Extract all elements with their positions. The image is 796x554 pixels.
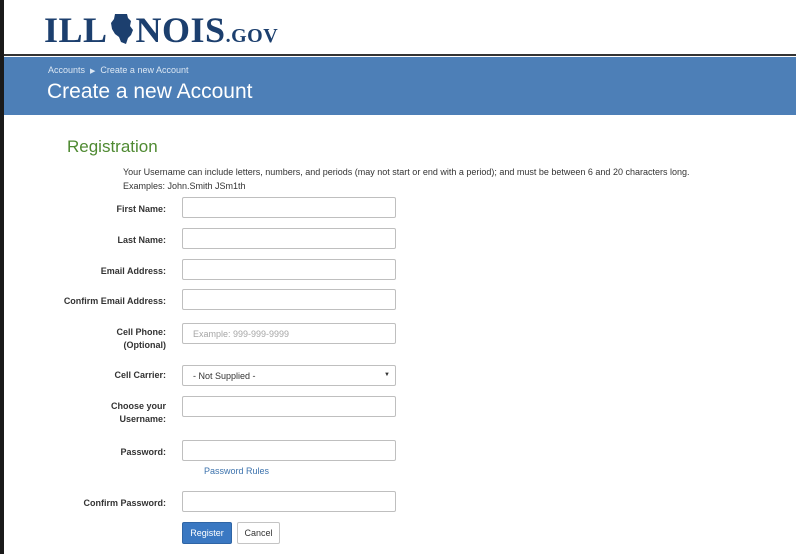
username-input[interactable]: [182, 396, 396, 417]
password-rules-link[interactable]: Password Rules: [204, 466, 269, 476]
first-name-input[interactable]: [182, 197, 396, 218]
username-hint: Your Username can include letters, numbe…: [123, 165, 689, 193]
cell-carrier-select[interactable]: - Not Supplied - ▼: [182, 365, 396, 386]
username-label-line-2: Username:: [119, 414, 166, 424]
username-label: Choose your Username:: [6, 400, 166, 426]
register-button[interactable]: Register: [182, 522, 232, 544]
hint-line-1: Your Username can include letters, numbe…: [123, 167, 690, 177]
illinois-gov-logo[interactable]: ILL NOIS.GOV: [44, 10, 278, 56]
username-label-line-1: Choose your: [110, 401, 166, 411]
cell-carrier-label: Cell Carrier:: [114, 370, 166, 380]
logo-text-right: NOIS: [135, 10, 226, 50]
caret-down-icon: ▼: [384, 372, 390, 378]
page-title: Create a new Account: [47, 80, 253, 103]
last-name-label: Last Name:: [117, 235, 166, 245]
last-name-input[interactable]: [182, 228, 396, 249]
hint-line-2: Examples: John.Smith JSm1th: [123, 181, 246, 191]
cell-phone-label: Cell Phone: (Optional): [6, 326, 166, 352]
cell-phone-input[interactable]: [182, 323, 396, 344]
password-input[interactable]: [182, 440, 396, 461]
email-input[interactable]: [182, 259, 396, 280]
email-label: Email Address:: [100, 266, 166, 276]
logo-text-left: ILL: [44, 10, 108, 50]
confirm-password-label: Confirm Password:: [83, 498, 166, 508]
breadcrumb: Accounts ▶ Create a new Account: [48, 65, 192, 75]
confirm-email-input[interactable]: [182, 289, 396, 310]
cell-phone-label-line-2: (Optional): [123, 340, 167, 350]
password-label: Password:: [120, 447, 166, 457]
confirm-password-input[interactable]: [182, 491, 396, 512]
cancel-button[interactable]: Cancel: [237, 522, 280, 544]
cell-carrier-value: - Not Supplied -: [193, 371, 256, 381]
confirm-email-label: Confirm Email Address:: [63, 296, 166, 306]
section-title: Registration: [67, 137, 158, 156]
first-name-label: First Name:: [116, 204, 166, 214]
caret-right-icon: ▶: [90, 68, 96, 75]
breadcrumb-accounts-link[interactable]: Accounts: [48, 65, 85, 75]
site-header: ILL NOIS.GOV: [4, 0, 796, 56]
logo-suffix: .GOV: [225, 25, 279, 47]
page-banner: Accounts ▶ Create a new Account Create a n…: [4, 57, 796, 115]
breadcrumb-current: Create a new Account: [100, 65, 189, 75]
illinois-state-shape-icon: [110, 14, 133, 44]
cell-phone-label-line-1: Cell Phone:: [116, 327, 166, 337]
